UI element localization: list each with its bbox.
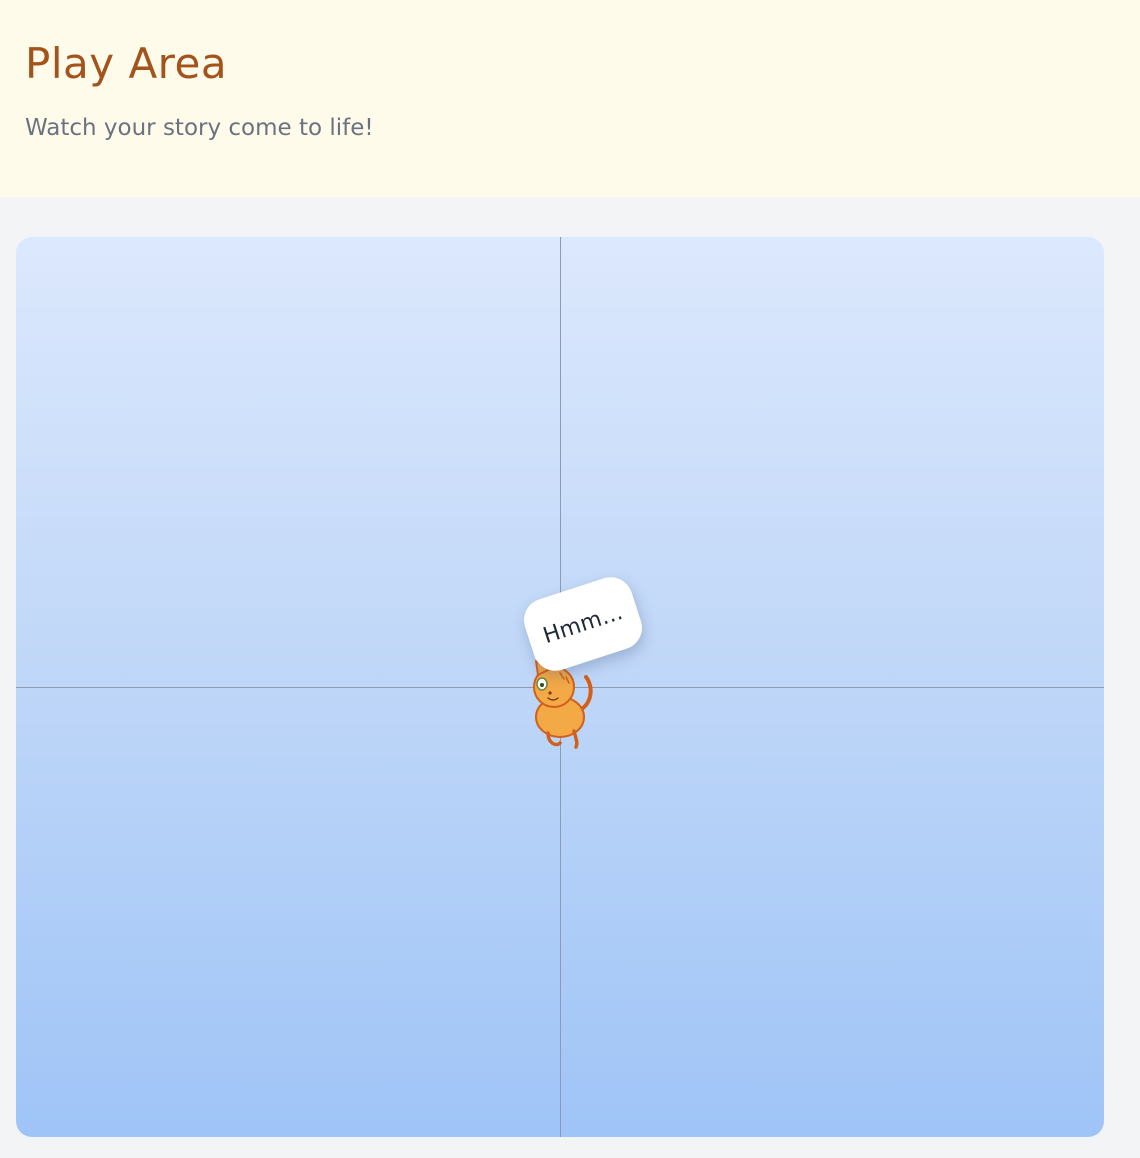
play-area-header: Play Area Watch your story come to life! <box>0 0 1140 197</box>
cat-nose <box>548 691 552 695</box>
page-title: Play Area <box>25 39 228 88</box>
cat-leg-right <box>572 729 579 749</box>
stage-canvas[interactable]: Hmm... <box>16 237 1104 1137</box>
page-subtitle: Watch your story come to life! <box>25 115 374 141</box>
speech-bubble-text: Hmm... <box>540 599 626 649</box>
speech-bubble: Hmm... <box>518 571 648 677</box>
